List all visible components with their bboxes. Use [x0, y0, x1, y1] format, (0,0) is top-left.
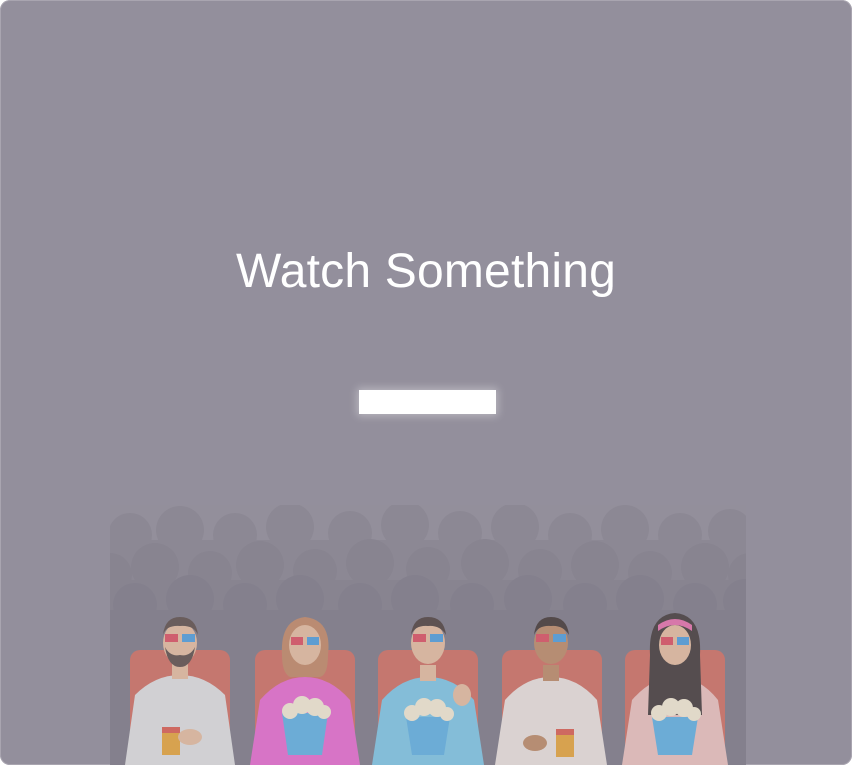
page-title: Watch Something: [235, 245, 617, 299]
cinema-audience-svg: [110, 505, 746, 765]
app-window: Watch Something: [0, 0, 852, 765]
cinema-audience-illustration: [110, 505, 746, 765]
watch-button[interactable]: [359, 390, 496, 414]
